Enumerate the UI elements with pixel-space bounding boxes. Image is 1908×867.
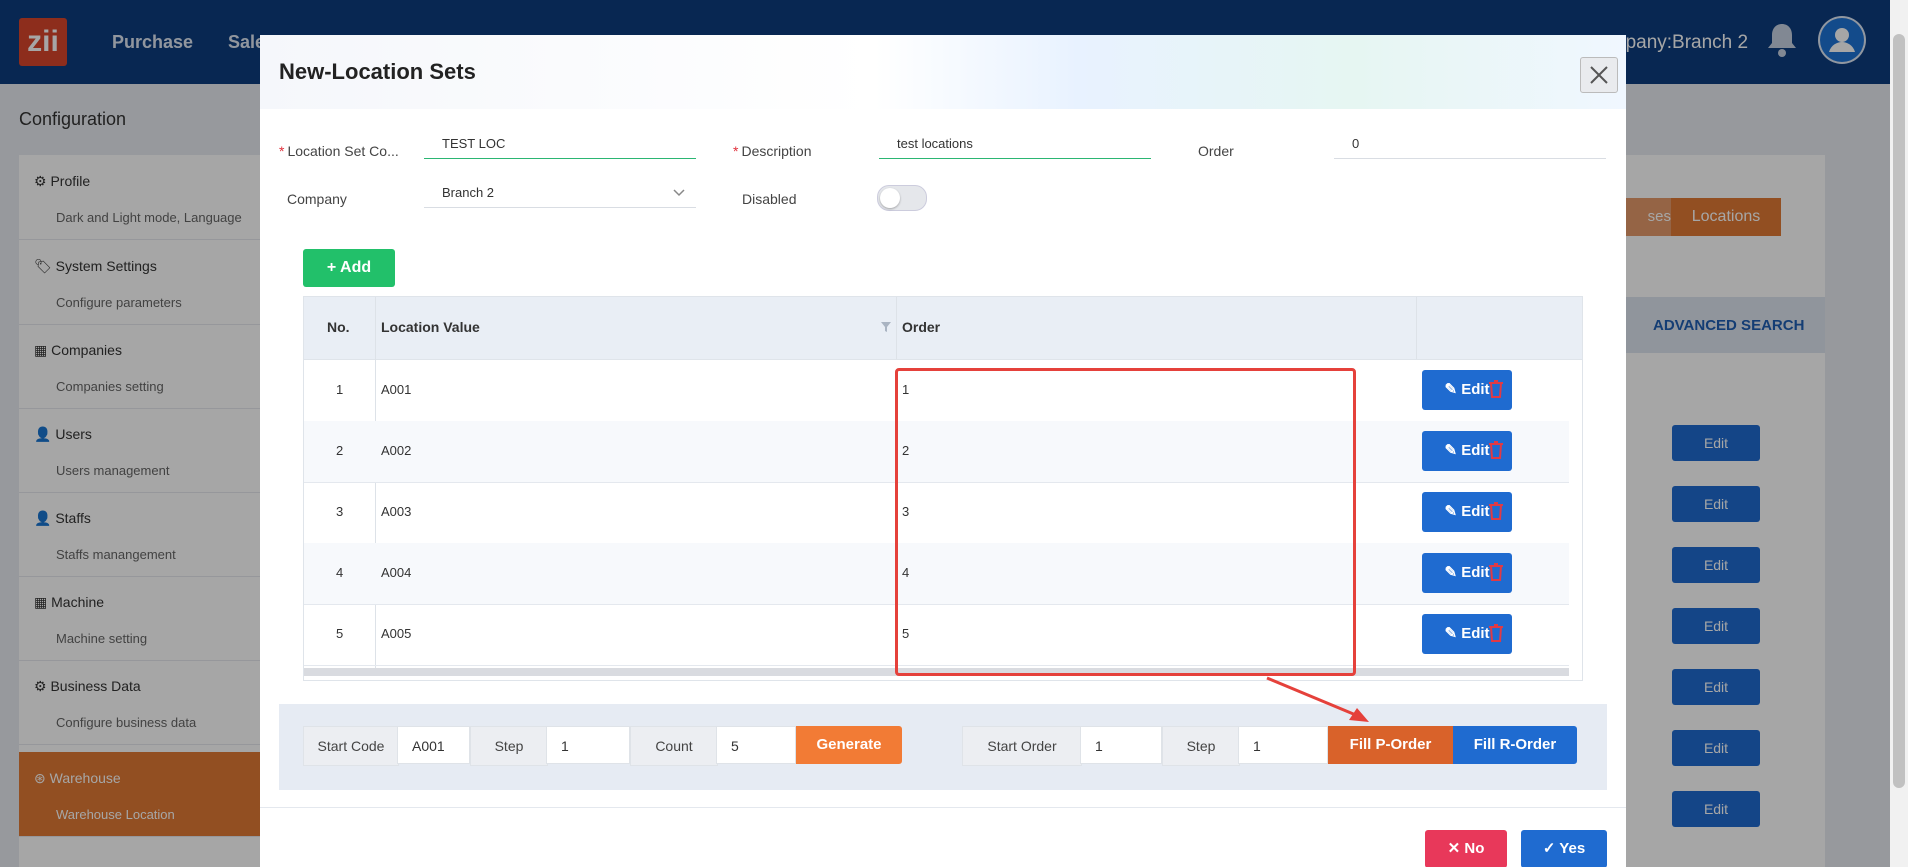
dialog-header: New-Location Sets xyxy=(260,35,1626,109)
trash-icon[interactable] xyxy=(1488,380,1504,398)
trash-icon[interactable] xyxy=(1488,502,1504,520)
column-header-no: No. xyxy=(327,319,350,335)
start-order-label: Start Order xyxy=(962,726,1082,766)
column-header-location-value[interactable]: Location Value xyxy=(381,319,480,335)
step-input[interactable]: 1 xyxy=(546,726,630,764)
column-divider xyxy=(1416,297,1417,359)
location-value-cell: A004 xyxy=(381,565,412,580)
start-order-input[interactable]: 1 xyxy=(1080,726,1162,764)
count-label: Count xyxy=(630,726,718,766)
row-number: 4 xyxy=(336,565,344,580)
row-number: 2 xyxy=(336,443,344,458)
chevron-down-icon xyxy=(673,189,685,197)
generate-button[interactable]: Generate xyxy=(796,726,902,764)
disabled-toggle[interactable] xyxy=(877,185,927,211)
row-number: 3 xyxy=(336,504,344,519)
trash-icon[interactable] xyxy=(1488,563,1504,581)
no-button[interactable]: ✕ No xyxy=(1425,830,1507,867)
start-code-label: Start Code xyxy=(303,726,399,766)
row-number: 1 xyxy=(336,382,344,397)
column-header-order[interactable]: Order xyxy=(902,319,940,335)
trash-icon[interactable] xyxy=(1488,441,1504,459)
disabled-label: Disabled xyxy=(742,191,797,207)
order-field[interactable]: 0 xyxy=(1334,130,1606,159)
add-button[interactable]: + Add xyxy=(303,249,395,287)
count-input[interactable]: 5 xyxy=(716,726,796,764)
filter-icon[interactable] xyxy=(880,321,892,333)
yes-button[interactable]: ✓ Yes xyxy=(1521,830,1607,867)
location-value-cell: A005 xyxy=(381,626,412,641)
description-field[interactable]: test locations xyxy=(879,130,1151,159)
annotation-arrow-icon xyxy=(1266,676,1369,722)
company-select[interactable]: Branch 2 xyxy=(424,179,696,208)
dialog-title: New-Location Sets xyxy=(279,59,476,84)
location-value-cell: A003 xyxy=(381,504,412,519)
location-value-cell: A001 xyxy=(381,382,412,397)
row-number: 5 xyxy=(336,626,344,641)
toggle-knob xyxy=(880,188,900,208)
table-header: No. Location Value Order xyxy=(304,297,1582,360)
scrollbar-thumb[interactable] xyxy=(1893,34,1905,788)
plus-icon: + xyxy=(326,259,341,276)
generator-bar: Start Code A001 Step 1 Count 5 Generate … xyxy=(279,704,1607,790)
order-label: Order xyxy=(1198,143,1234,159)
description-label: * Description xyxy=(733,143,812,159)
column-divider xyxy=(896,297,897,359)
close-button[interactable] xyxy=(1580,57,1618,93)
company-label: Company xyxy=(287,191,347,207)
order-step-input[interactable]: 1 xyxy=(1238,726,1328,764)
close-icon xyxy=(1590,66,1608,84)
start-code-input[interactable]: A001 xyxy=(397,726,470,764)
order-step-label: Step xyxy=(1162,726,1240,766)
footer-divider xyxy=(260,807,1626,808)
location-set-code-field[interactable]: TEST LOC xyxy=(424,130,696,159)
location-value-cell: A002 xyxy=(381,443,412,458)
trash-icon[interactable] xyxy=(1488,624,1504,642)
location-set-code-label: * Location Set Co... xyxy=(279,143,399,159)
fill-p-order-button[interactable]: Fill P-Order xyxy=(1328,726,1453,764)
step-label: Step xyxy=(470,726,548,766)
highlight-box xyxy=(895,368,1356,676)
fill-r-order-button[interactable]: Fill R-Order xyxy=(1453,726,1577,764)
